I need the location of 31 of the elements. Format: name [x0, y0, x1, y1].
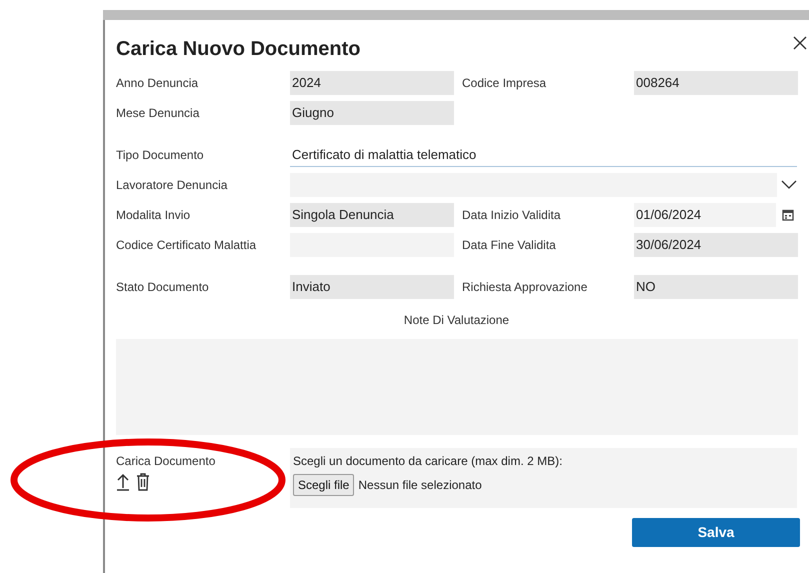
- dialog-title: Carica Nuovo Documento: [116, 37, 360, 62]
- file-status: Nessun file selezionato: [358, 477, 482, 494]
- section-heading: Note Di Valutazione: [404, 312, 510, 329]
- field-label: Modalita Invio: [116, 207, 192, 224]
- text-field[interactable]: Inviato: [290, 275, 454, 299]
- field-label: Stato Documento: [116, 279, 210, 296]
- text-field[interactable]: 008264: [634, 71, 798, 95]
- field-label: Richiesta Approvazione: [462, 279, 588, 296]
- text-field[interactable]: 30/06/2024: [634, 233, 798, 257]
- upload-hint: Scegli un documento da caricare (max dim. 2 MB):: [293, 453, 564, 470]
- field-label: Lavoratore Denuncia: [116, 177, 228, 194]
- field-label: Data Fine Validita: [462, 237, 557, 254]
- close-icon[interactable]: [793, 36, 807, 50]
- field-label: Carica Documento: [116, 453, 216, 470]
- calendar-icon[interactable]: [782, 209, 794, 221]
- chevron-down-icon[interactable]: [781, 180, 797, 190]
- text-field[interactable]: Giugno: [290, 101, 454, 125]
- save-button[interactable]: Salva: [632, 518, 800, 547]
- choose-file-button[interactable]: Scegli file: [293, 474, 354, 496]
- upload-icon[interactable]: [116, 473, 130, 491]
- field-label: Data Inizio Validita: [462, 207, 562, 224]
- text-field[interactable]: NO: [634, 275, 798, 299]
- text-field[interactable]: 2024: [290, 71, 454, 95]
- trash-icon[interactable]: [136, 473, 150, 491]
- text-field[interactable]: Singola Denuncia: [290, 203, 454, 227]
- field-label: Mese Denuncia: [116, 105, 200, 122]
- field-label: Anno Denuncia: [116, 75, 200, 92]
- field-label: Tipo Documento: [116, 147, 205, 164]
- date-field[interactable]: 01/06/2024: [634, 203, 776, 227]
- field-label: Codice Certificato Malattia: [116, 237, 258, 254]
- field-label: Codice Impresa: [462, 75, 548, 92]
